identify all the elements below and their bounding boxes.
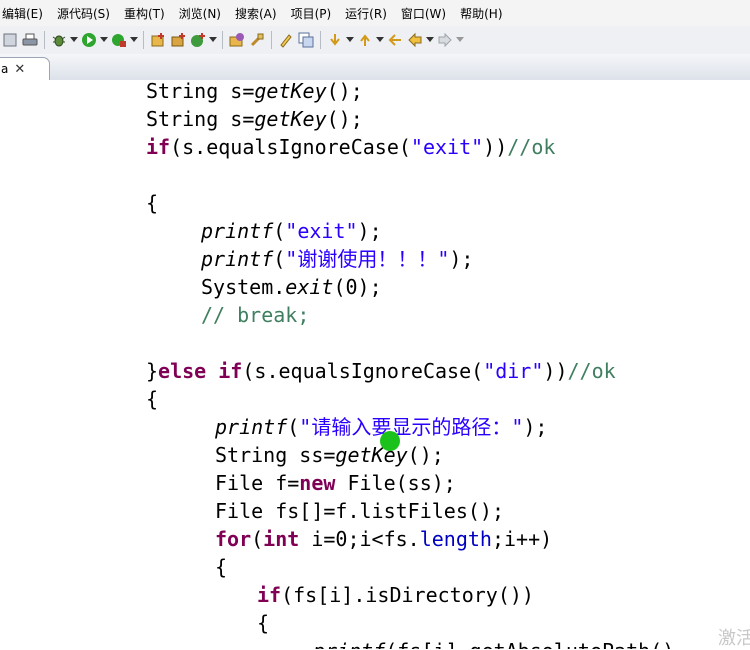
print-icon[interactable] (20, 30, 40, 50)
menu-refactor[interactable]: 重构(T) (117, 5, 172, 22)
code-line: if(s.equalsIgnoreCase("exit"))//ok (146, 135, 556, 159)
external-tools-icon[interactable] (109, 30, 129, 50)
next-annotation-dropdown-icon[interactable] (345, 30, 355, 50)
code-line: }else if(s.equalsIgnoreCase("dir"))//ok (146, 359, 616, 383)
code-line: File f=new File(ss); (215, 471, 456, 495)
code-line: String s=getKey(); (146, 80, 363, 103)
toolbar-separator (222, 31, 223, 49)
close-icon[interactable]: ✕ (14, 62, 25, 77)
code-line: if(fs[i].isDirectory()) (257, 583, 534, 607)
menu-window[interactable]: 窗口(W) (394, 5, 453, 22)
forward-icon[interactable] (435, 30, 455, 50)
next-annotation-icon[interactable] (325, 30, 345, 50)
menu-bar: 编辑(E) 源代码(S) 重构(T) 浏览(N) 搜索(A) 项目(P) 运行(… (0, 0, 750, 26)
code-line: // break; (201, 303, 310, 327)
previous-annotation-dropdown-icon[interactable] (375, 30, 385, 50)
open-type-icon[interactable] (227, 30, 247, 50)
new-class-icon[interactable] (188, 30, 208, 50)
previous-annotation-icon[interactable] (355, 30, 375, 50)
editor-tab[interactable]: a ✕ (0, 57, 50, 80)
menu-edit[interactable]: 编辑(E) (0, 5, 50, 22)
last-edit-location-icon[interactable] (385, 30, 405, 50)
code-line: printf("谢谢使用！！！"); (201, 247, 474, 271)
code-editor[interactable]: String s=getKey(); String s=getKey(); if… (0, 80, 750, 649)
menu-source[interactable]: 源代码(S) (50, 5, 117, 22)
run-dropdown-icon[interactable] (99, 30, 109, 50)
menu-navigate[interactable]: 浏览(N) (172, 5, 228, 22)
toolbar-separator (44, 31, 45, 49)
run-icon[interactable] (79, 30, 99, 50)
activation-watermark: 激活 (718, 628, 750, 649)
code-line: { (215, 555, 228, 579)
code-line: String s=getKey(); (146, 107, 363, 131)
back-icon[interactable] (405, 30, 425, 50)
debug-icon[interactable] (49, 30, 69, 50)
code-line: { (257, 611, 270, 635)
code-line: for(int i=0;i<fs.length;i++) (215, 527, 553, 551)
editor-tab-bar: a ✕ (0, 54, 750, 81)
toggle-mark-occurrences-icon[interactable] (276, 30, 296, 50)
show-whitespace-icon[interactable] (296, 30, 316, 50)
toolbar-separator (320, 31, 321, 49)
external-tools-dropdown-icon[interactable] (129, 30, 139, 50)
code-line: System.exit(0); (201, 275, 382, 299)
code-line: File fs[]=f.listFiles(); (215, 499, 504, 523)
menu-project[interactable]: 项目(P) (284, 5, 339, 22)
back-dropdown-icon[interactable] (425, 30, 435, 50)
code-line: { (146, 191, 159, 215)
mouse-cursor-highlight (380, 431, 400, 451)
new-package-icon[interactable] (168, 30, 188, 50)
code-line: printf(fs[i].getAbsolutePath() (313, 637, 674, 649)
menu-run[interactable]: 运行(R) (338, 5, 394, 22)
menu-search[interactable]: 搜索(A) (228, 5, 284, 22)
forward-dropdown-icon[interactable] (455, 30, 465, 50)
save-icon[interactable] (0, 30, 20, 50)
code-line: { (146, 387, 159, 411)
code-line: String ss=getKey(); (215, 443, 444, 467)
toolbar-separator (143, 31, 144, 49)
toolbar-separator (271, 31, 272, 49)
menu-help[interactable]: 帮助(H) (453, 5, 509, 22)
code-line: printf("exit"); (201, 219, 382, 243)
toolbar (0, 26, 750, 54)
editor-tab-label: a (1, 62, 9, 76)
search-icon[interactable] (247, 30, 267, 50)
new-class-dropdown-icon[interactable] (208, 30, 218, 50)
debug-dropdown-icon[interactable] (69, 30, 79, 50)
new-project-icon[interactable] (148, 30, 168, 50)
